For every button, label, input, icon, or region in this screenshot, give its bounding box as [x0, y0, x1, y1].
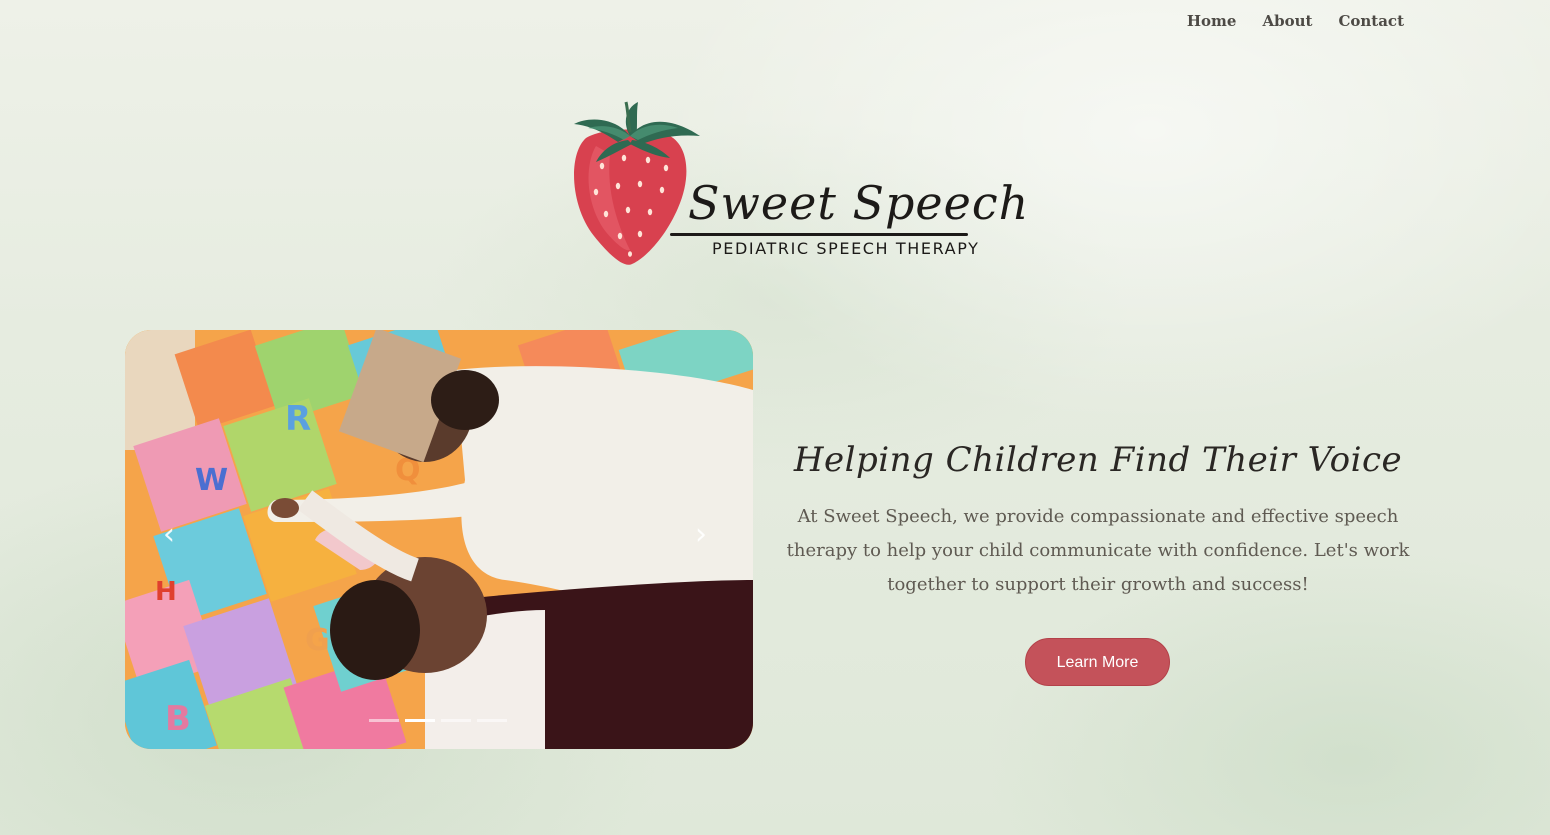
learn-more-button[interactable]: Learn More [1025, 638, 1170, 686]
logo-subtitle: PEDIATRIC SPEECH THERAPY [712, 239, 980, 258]
hero-heading: Helping Children Find Their Voice [793, 440, 1403, 480]
hero-section: Helping Children Find Their Voice At Swe… [775, 440, 1421, 686]
top-nav: Home About Contact [1187, 12, 1404, 30]
svg-text:R: R [285, 399, 311, 439]
logo-title: Sweet Speech [688, 176, 1030, 230]
nav-contact-link[interactable]: Contact [1338, 12, 1404, 30]
carousel-next-icon[interactable]: › [695, 520, 707, 550]
carousel-photo: W R H G B Q [125, 330, 753, 749]
logo-underline [670, 233, 968, 236]
image-carousel[interactable]: W R H G B Q ‹ › [125, 330, 753, 749]
carousel-dot-4[interactable] [477, 719, 507, 722]
carousel-dot-2[interactable] [405, 719, 435, 722]
nav-about-link[interactable]: About [1262, 12, 1312, 30]
carousel-prev-icon[interactable]: ‹ [163, 520, 175, 550]
svg-text:W: W [195, 463, 228, 498]
site-logo[interactable]: Sweet Speech PEDIATRIC SPEECH THERAPY [566, 96, 1028, 272]
nav-home-link[interactable]: Home [1187, 12, 1237, 30]
svg-text:B: B [165, 699, 191, 739]
svg-text:H: H [155, 577, 177, 607]
carousel-indicators [369, 719, 507, 722]
svg-text:G: G [305, 623, 330, 658]
carousel-dot-3[interactable] [441, 719, 471, 722]
hero-description: At Sweet Speech, we provide compassionat… [786, 506, 1410, 595]
strawberry-icon [574, 101, 700, 265]
carousel-dot-1[interactable] [369, 719, 399, 722]
